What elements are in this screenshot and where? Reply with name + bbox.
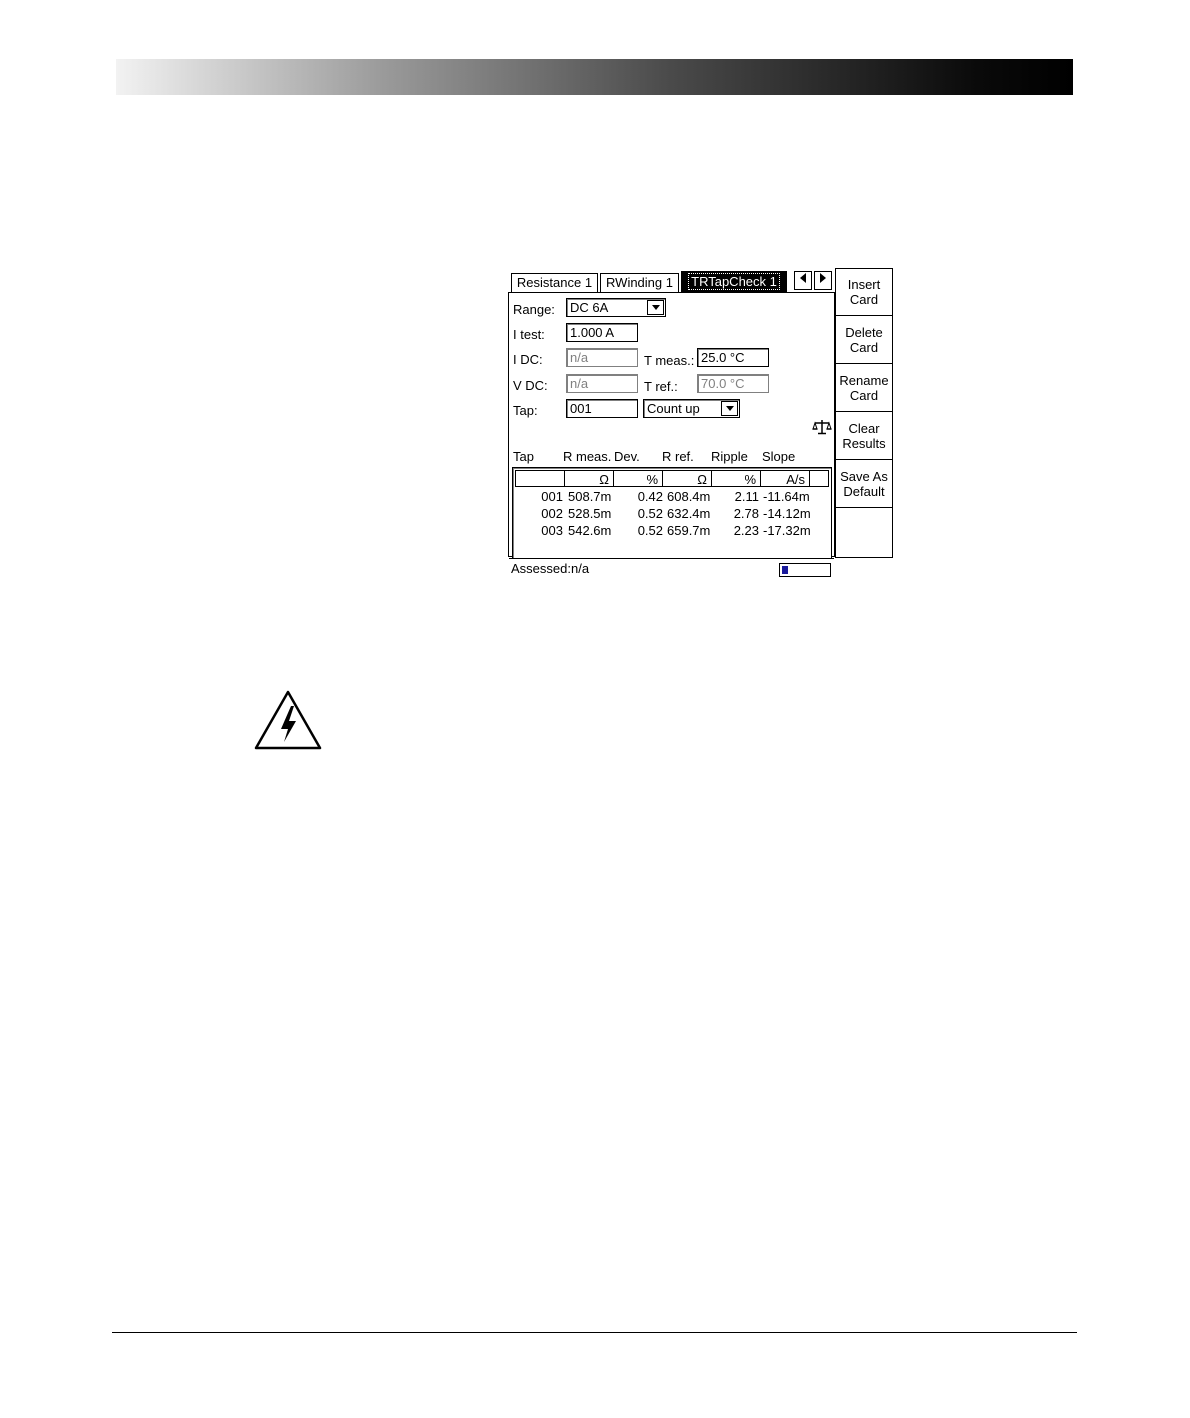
progress-fill — [782, 566, 788, 574]
unit-cell-slope: A/s — [760, 470, 809, 487]
unit-cell-r-meas: Ω — [564, 470, 613, 487]
cell-r-ref: 632.4m — [667, 506, 711, 521]
tap-input[interactable]: 001 — [566, 399, 638, 418]
tap-mode-value: Count up — [647, 401, 700, 416]
cell-r-ref: 608.4m — [667, 489, 711, 504]
unit-cell-ripple: % — [711, 470, 760, 487]
col-header-slope: Slope — [762, 449, 796, 464]
softkey-line2: Card — [849, 340, 879, 355]
progress-bar — [779, 563, 831, 577]
high-voltage-warning-icon — [254, 690, 322, 750]
cell-ripple: 2.11 — [734, 489, 759, 504]
tab-bar: Resistance 1 RWinding 1 TRTapCheck 1 — [508, 268, 835, 293]
table-row[interactable]: 003 542.6m 0.52 659.7m 2.23 -17.32m — [513, 523, 829, 540]
i-test-label: I test: — [513, 327, 545, 342]
cell-slope: -14.12m — [763, 506, 811, 521]
tap-mode-select[interactable]: Count up — [643, 399, 740, 418]
col-header-r-meas: R meas. — [563, 449, 612, 464]
softkey-line1: Clear — [848, 421, 880, 436]
table-row[interactable]: 001 508.7m 0.42 608.4m 2.11 -11.64m — [513, 489, 829, 506]
test-card-panel: Range: DC 6A I test: 1.000 A I DC: n/a T… — [508, 292, 835, 577]
delete-card-button[interactable]: Delete Card — [836, 317, 892, 364]
cell-r-meas: 508.7m — [568, 489, 612, 504]
insert-card-button[interactable]: Insert Card — [836, 269, 892, 316]
softkey-line1: Delete — [845, 325, 883, 340]
unit-cell-tap — [515, 470, 564, 487]
cell-tap: 002 — [541, 506, 563, 521]
triangle-right-icon — [820, 273, 826, 283]
cell-slope: -11.64m — [763, 489, 810, 504]
status-bar: Assessed:n/a — [509, 558, 834, 582]
cell-ripple: 2.78 — [733, 506, 759, 521]
softkey-line2: Card — [849, 292, 879, 307]
softkey-line2: Default — [843, 484, 885, 499]
cell-dev: 0.52 — [637, 506, 663, 521]
t-meas-input[interactable]: 25.0 °C — [697, 348, 769, 367]
softkey-panel: Insert Card Delete Card Rename Card Clea… — [835, 268, 893, 558]
cell-tap: 003 — [541, 523, 563, 538]
softkey-line2: Card — [849, 388, 879, 403]
v-dc-label: V DC: — [513, 378, 548, 393]
tap-label: Tap: — [513, 403, 538, 418]
softkey-line1: Save As — [840, 469, 888, 484]
results-table: Ω % Ω % A/s 001 508.7m 0.42 608.4m 2.11 … — [512, 467, 832, 559]
tab-rwinding-1[interactable]: RWinding 1 — [600, 273, 679, 292]
cell-r-ref: 659.7m — [667, 523, 711, 538]
col-header-r-ref: R ref. — [662, 449, 694, 464]
t-ref-input[interactable]: 70.0 °C — [697, 374, 769, 393]
scale-icon — [812, 420, 832, 435]
rename-card-button[interactable]: Rename Card — [836, 365, 892, 412]
softkey-line2: Results — [842, 436, 886, 451]
cell-dev: 0.52 — [637, 523, 663, 538]
softkey-line1: Rename — [839, 373, 889, 388]
cell-r-meas: 528.5m — [568, 506, 612, 521]
i-dc-readout: n/a — [566, 348, 638, 367]
triangle-left-icon — [800, 273, 806, 283]
blank-softkey[interactable] — [836, 509, 892, 556]
range-select[interactable]: DC 6A — [566, 298, 666, 317]
unit-cell-dev: % — [613, 470, 662, 487]
col-header-ripple: Ripple — [711, 449, 748, 464]
clear-results-button[interactable]: Clear Results — [836, 413, 892, 460]
cell-tap: 001 — [541, 489, 563, 504]
cell-ripple: 2.23 — [733, 523, 759, 538]
col-header-dev: Dev. — [614, 449, 640, 464]
unit-cell-r-ref: Ω — [662, 470, 711, 487]
cell-dev: 0.42 — [637, 489, 663, 504]
table-row[interactable]: 002 528.5m 0.52 632.4m 2.78 -14.12m — [513, 506, 829, 523]
chevron-down-icon[interactable] — [647, 300, 664, 315]
header-gradient-bar — [116, 59, 1073, 95]
device-screen: Resistance 1 RWinding 1 TRTapCheck 1 Ran… — [508, 268, 893, 577]
softkey-line1: Insert — [847, 277, 881, 292]
cell-r-meas: 542.6m — [568, 523, 612, 538]
i-dc-label: I DC: — [513, 352, 543, 367]
t-meas-label: T meas.: — [644, 353, 695, 368]
i-test-input[interactable]: 1.000 A — [566, 323, 638, 342]
col-header-tap: Tap — [513, 449, 534, 464]
tab-label: TRTapCheck 1 — [688, 273, 780, 290]
range-label: Range: — [513, 302, 555, 317]
tab-scroll-left-button[interactable] — [794, 271, 812, 290]
range-value: DC 6A — [570, 300, 609, 315]
unit-cell-spare — [809, 470, 829, 487]
tab-scroll-right-button[interactable] — [814, 271, 832, 290]
cell-slope: -17.32m — [763, 523, 811, 538]
footer-rule — [112, 1332, 1077, 1333]
tab-trtapcheck-1[interactable]: TRTapCheck 1 — [681, 271, 787, 293]
assessed-status: Assessed:n/a — [511, 561, 590, 576]
save-as-default-button[interactable]: Save As Default — [836, 461, 892, 508]
t-ref-label: T ref.: — [644, 379, 678, 394]
tab-resistance-1[interactable]: Resistance 1 — [511, 273, 598, 292]
v-dc-readout: n/a — [566, 374, 638, 393]
chevron-down-icon[interactable] — [721, 401, 738, 416]
